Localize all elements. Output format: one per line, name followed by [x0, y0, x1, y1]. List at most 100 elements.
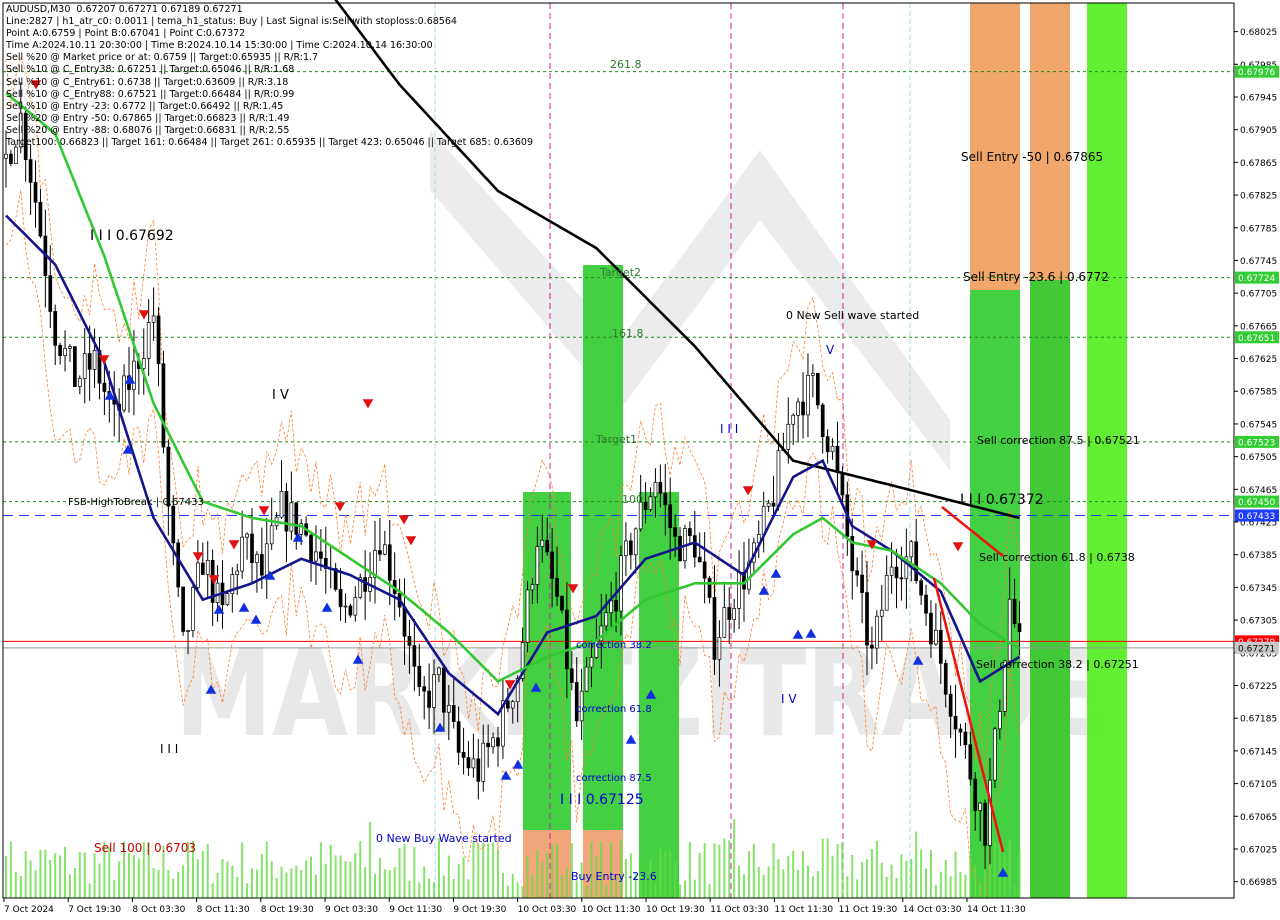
candle-body	[688, 528, 692, 537]
candle-body	[446, 705, 451, 713]
y-tick-label: 0.67145	[1240, 747, 1277, 757]
candle-body	[673, 527, 677, 537]
candle-body	[934, 629, 938, 645]
candle-body	[122, 375, 126, 411]
candle-body	[437, 667, 441, 675]
y-tick-label: 0.67345	[1240, 584, 1277, 594]
x-tick-label: 8 Oct 19:30	[261, 905, 314, 915]
info-line: Sell %10 @ C_Entry88: 0.67521 || Target:…	[6, 88, 295, 100]
buy-arrow	[321, 602, 333, 612]
chart-annotation: I I I 0.67692	[90, 228, 174, 244]
chart-annotation: FSB-HighToBreak | 0.67433	[68, 497, 204, 508]
chart-annotation: correction 38.2	[576, 640, 652, 651]
candle-body	[830, 445, 835, 453]
chart-annotation: correction 61.8	[576, 704, 652, 715]
price-tag-label: 0.67651	[1238, 334, 1275, 344]
candle-body	[427, 690, 431, 708]
candle-body	[727, 607, 732, 620]
candle-body	[314, 551, 318, 562]
zone-rect	[1087, 3, 1127, 898]
candle-body	[820, 404, 825, 437]
candle-body	[619, 555, 623, 612]
candle-body	[958, 728, 963, 733]
candle-body	[240, 536, 245, 572]
zone-rect	[1030, 280, 1070, 898]
chart-annotation: Target1	[595, 433, 637, 446]
candle-body	[565, 609, 569, 670]
x-tick-label: 8 Oct 11:30	[197, 905, 250, 915]
candle-body	[412, 645, 417, 667]
candle-body	[294, 502, 299, 535]
candle-body	[525, 589, 530, 643]
candle-body	[1017, 623, 1022, 632]
candle-body	[589, 657, 594, 668]
y-tick-label: 0.67665	[1240, 322, 1277, 332]
candle-body	[919, 580, 923, 596]
price-tag-label: 0.67450	[1238, 498, 1275, 508]
y-tick-label: 0.67825	[1240, 192, 1277, 202]
candle-body	[486, 742, 491, 748]
chart-annotation: Target2	[599, 266, 641, 279]
candle-body	[196, 562, 200, 588]
y-tick-label: 0.67785	[1240, 224, 1277, 234]
candle-body	[953, 716, 958, 730]
candle-body	[569, 668, 574, 683]
watermark-logo	[430, 130, 950, 470]
candle-body	[9, 153, 13, 164]
y-tick-label: 0.67945	[1240, 93, 1277, 103]
candle-body	[259, 554, 264, 576]
candle-body	[1012, 598, 1017, 624]
candle-body	[530, 584, 535, 591]
candle-body	[870, 644, 874, 649]
candle-body	[771, 502, 776, 507]
price-tag-label: 0.67433	[1238, 512, 1275, 522]
x-tick-label: 11 Oct 03:30	[710, 905, 769, 915]
y-tick-label: 0.67465	[1240, 486, 1277, 496]
candle-body	[4, 153, 8, 159]
candle-body	[638, 502, 643, 530]
y-tick-label: 0.67505	[1240, 453, 1277, 463]
y-tick-label: 0.67905	[1240, 126, 1277, 136]
sell-arrow	[952, 542, 964, 552]
candle-body	[855, 570, 860, 576]
candle-body	[481, 742, 486, 782]
candle-body	[865, 592, 869, 646]
zone-rect	[639, 492, 679, 898]
candle-body	[624, 540, 628, 557]
x-tick-label: 7 Oct 2024	[4, 905, 54, 915]
candle-body	[737, 571, 741, 609]
info-line: Point A:0.6759 | Point B:0.67041 | Point…	[6, 28, 246, 40]
candle-body	[235, 570, 240, 575]
candle-body	[451, 705, 456, 722]
info-line: Sell %10 @ Entry -23: 0.6772 || Target:0…	[6, 100, 284, 112]
chart-annotation: Sell correction 87.5 | 0.67521	[977, 434, 1140, 447]
price-tag-label: 0.67724	[1238, 274, 1275, 284]
sell-arrow	[138, 310, 150, 320]
info-line: Sell %10 @ C_Entry38: 0.67251 || Target:…	[6, 64, 295, 76]
zone-rect	[583, 265, 623, 830]
info-line: Sell %20 @ Market price or at: 0.6759 ||…	[6, 52, 319, 64]
x-tick-label: 7 Oct 19:30	[68, 905, 121, 915]
candle-body	[191, 587, 195, 631]
candle-body	[555, 577, 559, 597]
candle-body	[648, 496, 653, 510]
candle-body	[156, 315, 161, 365]
candle-body	[77, 378, 82, 387]
candle-body	[353, 597, 358, 616]
y-tick-label: 0.67065	[1240, 813, 1277, 823]
candle-body	[176, 542, 181, 588]
candle-body	[801, 401, 805, 416]
zone-rect	[970, 3, 1020, 290]
chart-annotation: Sell 100 | 0.6703	[94, 841, 196, 855]
candle-body	[643, 502, 648, 510]
candle-body	[973, 778, 978, 811]
candle-body	[33, 182, 38, 203]
time-axis: 7 Oct 2024 7 Oct 19:30 8 Oct 03:30 8 Oct 11…	[0, 898, 1234, 920]
sell-arrow	[405, 536, 417, 546]
candle-body	[806, 374, 810, 416]
chart-annotation: Buy Entry -23.6	[571, 870, 657, 883]
envelope-lower	[5, 190, 1020, 920]
candle-body	[786, 423, 791, 450]
y-tick-label: 0.66985	[1240, 878, 1277, 888]
candle-body	[73, 346, 77, 387]
